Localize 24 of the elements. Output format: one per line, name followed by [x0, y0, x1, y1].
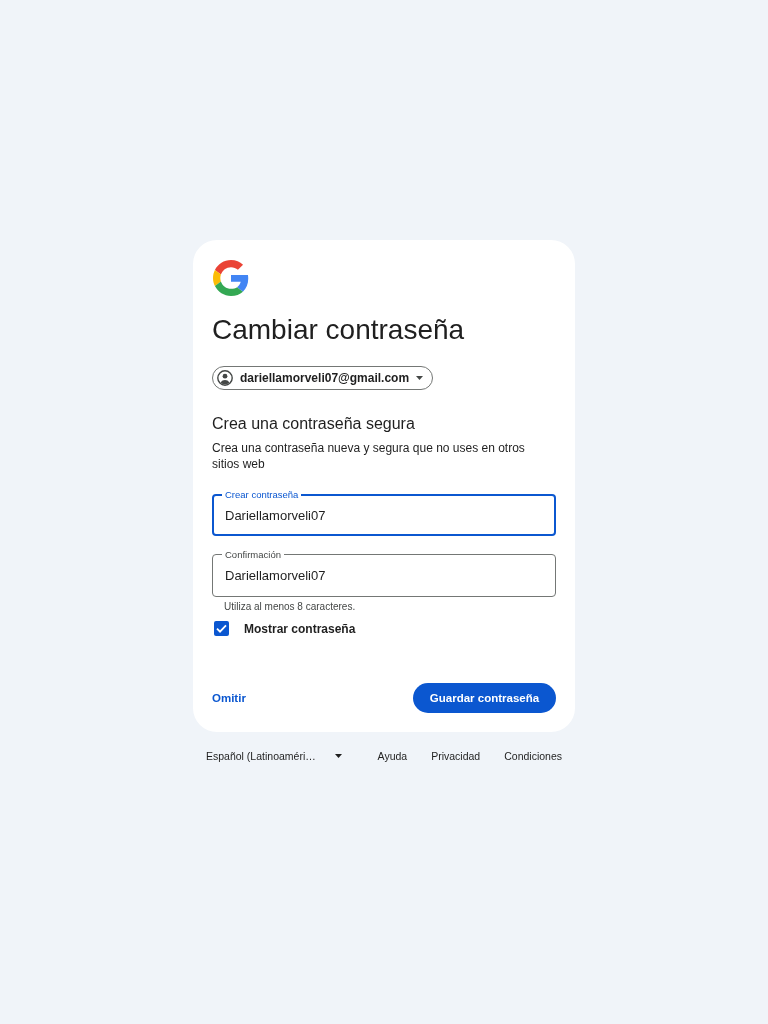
language-select[interactable]: Español (Latinoaméri… — [206, 750, 342, 762]
footer-link[interactable]: Condiciones — [504, 750, 562, 762]
caret-icon — [416, 376, 424, 380]
section-description: Crea una contraseña nueva y segura que no uses en otros sitios web — [212, 440, 526, 472]
account-circle-icon — [217, 370, 233, 386]
checkbox-label: Mostrar contraseña — [244, 621, 356, 636]
helper-text: Utiliza al menos 8 caracteres. — [224, 600, 356, 613]
field-label: Crear contraseña — [224, 489, 300, 500]
field-label: Confirmación — [224, 549, 282, 560]
skip-button[interactable]: Omitir — [212, 692, 246, 704]
password-field[interactable]: Crear contraseña Dariellamorveli07 — [212, 489, 556, 536]
caret-icon — [335, 754, 342, 758]
password-input[interactable]: Dariellamorveli07 — [225, 500, 543, 530]
password-field[interactable]: Confirmación Dariellamorveli07 — [212, 549, 556, 597]
footer-link[interactable]: Privacidad — [431, 750, 481, 762]
footer-link[interactable]: Ayuda — [377, 750, 408, 762]
g-logo — [213, 260, 249, 296]
password-input[interactable]: Dariellamorveli07 — [225, 560, 544, 590]
check-icon — [216, 624, 227, 633]
section-heading: Crea una contraseña segura — [212, 414, 415, 434]
account-chip[interactable]: dariellamorveli07@gmail.com — [212, 366, 434, 390]
save-password-button[interactable]: Guardar contraseña — [413, 683, 556, 713]
page-title: Cambiar contraseña — [212, 313, 465, 347]
checkbox[interactable] — [214, 621, 229, 636]
